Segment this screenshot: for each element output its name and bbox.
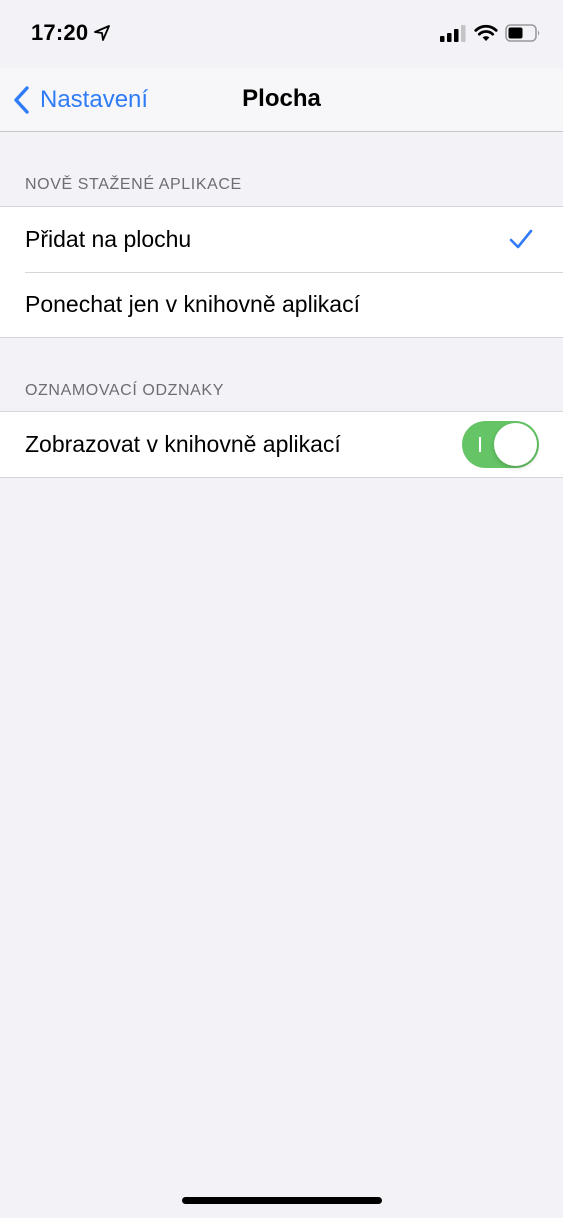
show-in-library-toggle[interactable] [462,421,539,468]
section-header-badges: OZNAMOVACÍ ODZNAKY [25,382,224,399]
battery-icon [505,24,540,42]
option-add-to-home[interactable]: Přidat na plochu [0,207,563,272]
checkmark-icon [509,229,533,249]
option-keep-in-library[interactable]: Ponechat jen v knihovně aplikací [0,272,563,337]
badges-group: Zobrazovat v knihovně aplikací [0,411,563,478]
new-apps-group: Přidat na plochu Ponechat jen v knihovně… [0,206,563,338]
wifi-icon [474,24,498,41]
option-label: Přidat na plochu [25,226,192,252]
settings-screen: 17:20 Nastavení Plocha NOVĚ STAŽENÉ APLI… [0,0,563,1218]
home-indicator[interactable] [182,1197,382,1204]
toggle-on-indicator [479,437,481,452]
option-label: Zobrazovat v knihovně aplikací [25,431,341,457]
option-label: Ponechat jen v knihovně aplikací [25,291,360,317]
status-time: 17:20 [31,20,89,45]
status-bar: 17:20 [0,0,563,68]
location-icon [94,25,110,41]
toggle-knob [494,423,537,466]
page-title: Plocha [242,85,321,112]
nav-bar: Nastavení Plocha [0,68,563,132]
show-in-library-row: Zobrazovat v knihovně aplikací [0,412,563,477]
signal-icon [440,25,466,42]
section-header-new-apps: NOVĚ STAŽENÉ APLIKACE [25,176,242,193]
